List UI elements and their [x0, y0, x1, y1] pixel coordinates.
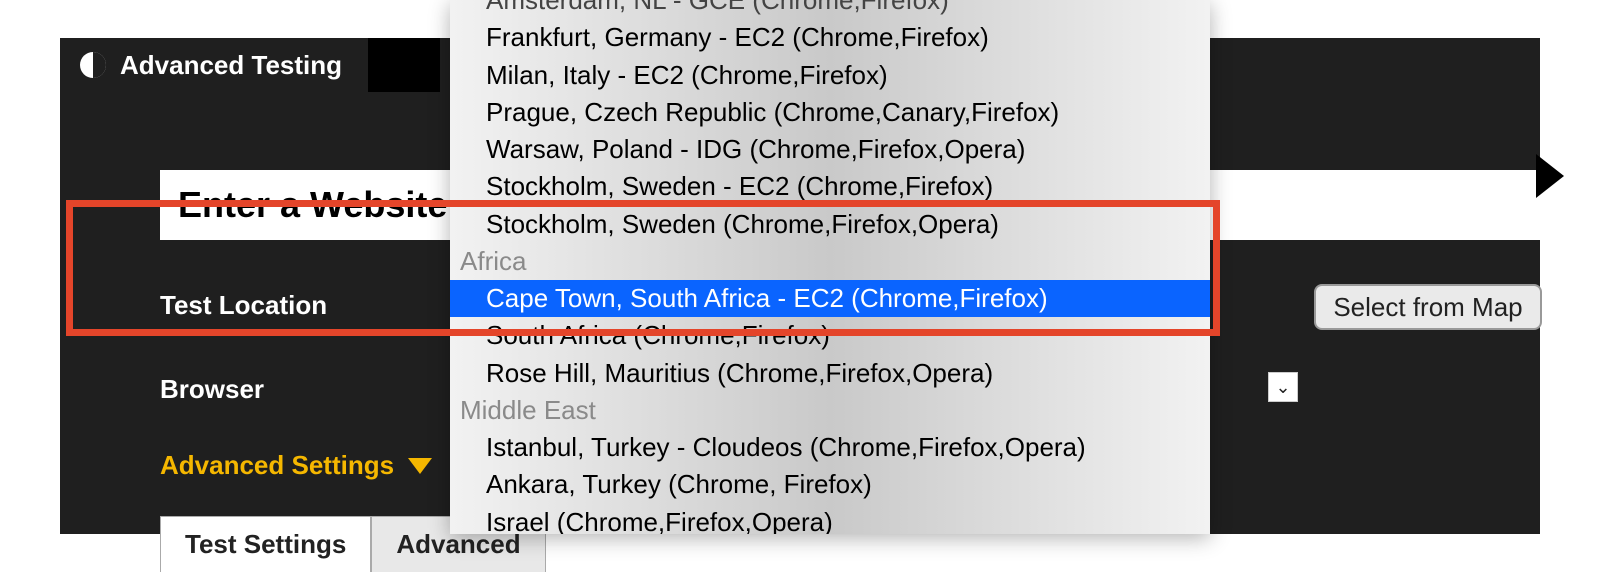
start-test-arrow-icon[interactable]: [1536, 154, 1564, 198]
logo-icon: [80, 52, 106, 78]
location-option[interactable]: Istanbul, Turkey - Cloudeos (Chrome,Fire…: [450, 429, 1210, 466]
location-option[interactable]: Amsterdam, NL - GCE (Chrome,Firefox): [450, 0, 1210, 19]
url-placeholder: Enter a Website U: [178, 184, 483, 226]
location-option[interactable]: South Africa (Chrome,Firefox): [450, 317, 1210, 354]
location-optgroup: Africa: [450, 243, 1210, 280]
tab-advanced-testing[interactable]: Advanced Testing: [60, 38, 362, 92]
tab-label: Advanced Testing: [120, 50, 342, 81]
location-option[interactable]: Ankara, Turkey (Chrome, Firefox): [450, 466, 1210, 503]
advanced-settings-label: Advanced Settings: [160, 450, 394, 481]
location-option[interactable]: Prague, Czech Republic (Chrome,Canary,Fi…: [450, 94, 1210, 131]
advanced-settings-toggle[interactable]: Advanced Settings: [160, 450, 432, 481]
location-dropdown[interactable]: Amsterdam, NL - GCE (Chrome,Firefox)Fran…: [450, 0, 1210, 534]
location-option[interactable]: Israel (Chrome,Firefox,Opera): [450, 504, 1210, 534]
location-option[interactable]: Rose Hill, Mauritius (Chrome,Firefox,Ope…: [450, 355, 1210, 392]
label-browser: Browser: [160, 374, 264, 405]
label-test-location: Test Location: [160, 290, 327, 321]
location-option[interactable]: Stockholm, Sweden - EC2 (Chrome,Firefox): [450, 168, 1210, 205]
select-from-map-button[interactable]: Select from Map: [1314, 284, 1542, 330]
location-optgroup: Middle East: [450, 392, 1210, 429]
location-option[interactable]: Stockholm, Sweden (Chrome,Firefox,Opera): [450, 206, 1210, 243]
triangle-down-icon: [408, 458, 432, 474]
chevron-down-icon: ⌄: [1275, 377, 1290, 398]
location-option[interactable]: Warsaw, Poland - IDG (Chrome,Firefox,Ope…: [450, 131, 1210, 168]
location-dropdown-list: Amsterdam, NL - GCE (Chrome,Firefox)Fran…: [450, 0, 1210, 534]
location-option[interactable]: Frankfurt, Germany - EC2 (Chrome,Firefox…: [450, 19, 1210, 56]
location-option[interactable]: Milan, Italy - EC2 (Chrome,Firefox): [450, 57, 1210, 94]
location-option[interactable]: Cape Town, South Africa - EC2 (Chrome,Fi…: [450, 280, 1210, 317]
tab-test-settings[interactable]: Test Settings: [160, 516, 371, 572]
tab-inactive[interactable]: [368, 38, 440, 92]
browser-select-chevron[interactable]: ⌄: [1268, 372, 1298, 402]
